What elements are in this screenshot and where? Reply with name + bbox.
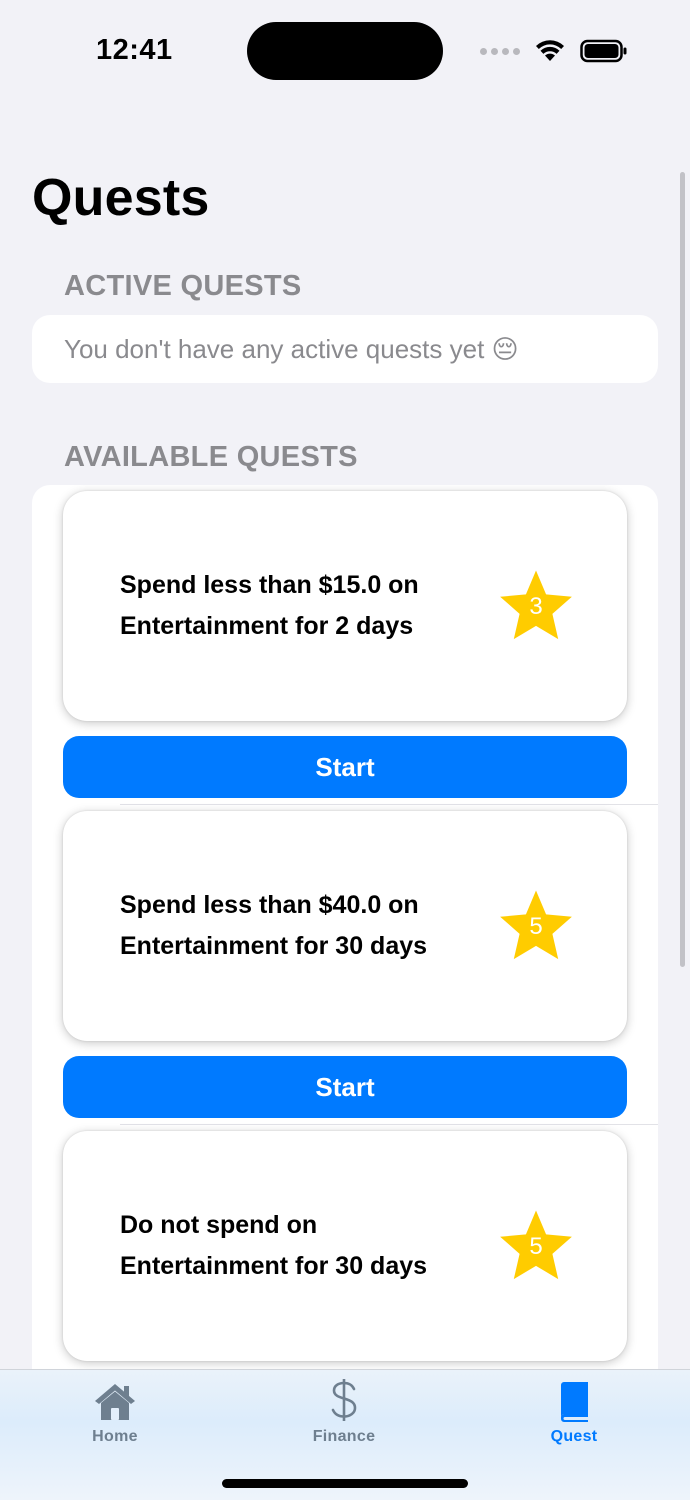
- active-quests-header: ACTIVE QUESTS: [64, 270, 302, 302]
- reward-star: 5: [495, 1205, 577, 1287]
- row-divider: [120, 1124, 658, 1125]
- cellular-signal-icon: [480, 47, 520, 55]
- quest-card: Spend less than $15.0 on Entertainment f…: [63, 491, 627, 721]
- house-icon: [95, 1384, 135, 1420]
- wifi-icon: [536, 40, 564, 61]
- quest-card: Do not spend on Entertainment for 30 day…: [63, 1131, 627, 1361]
- dollar-icon: [331, 1379, 357, 1421]
- battery-icon: [580, 39, 627, 63]
- tab-home[interactable]: Home: [35, 1370, 195, 1460]
- tab-finance[interactable]: Finance: [264, 1370, 424, 1460]
- reward-star: 5: [495, 885, 577, 967]
- reward-points: 5: [529, 913, 543, 940]
- tab-label: Quest: [550, 1428, 598, 1445]
- tab-label: Home: [92, 1428, 138, 1445]
- dynamic-island: [247, 22, 443, 80]
- row-divider: [120, 804, 658, 805]
- available-quests-list: Spend less than $15.0 on Entertainment f…: [32, 485, 658, 1385]
- available-quests-header: AVAILABLE QUESTS: [64, 441, 358, 473]
- tab-label: Finance: [312, 1428, 376, 1445]
- reward-points: 5: [529, 1233, 543, 1260]
- page-title: Quests: [32, 169, 210, 227]
- quest-description: Do not spend on Entertainment for 30 day…: [120, 1211, 428, 1280]
- tab-quest[interactable]: Quest: [494, 1370, 654, 1460]
- home-indicator[interactable]: [222, 1479, 468, 1488]
- quest-description: Spend less than $40.0 on Entertainment f…: [120, 891, 428, 960]
- book-icon: [561, 1382, 588, 1422]
- status-time: 12:41: [96, 34, 173, 66]
- quest-card: Spend less than $40.0 on Entertainment f…: [63, 811, 627, 1041]
- start-quest-button[interactable]: Start: [63, 1056, 627, 1118]
- quests-screen: 12:41 Quests ACTIVE QUESTS You don't hav…: [0, 0, 690, 1500]
- reward-points: 3: [529, 593, 543, 620]
- quest-description: Spend less than $15.0 on Entertainment f…: [120, 571, 419, 640]
- active-quests-empty-message: You don't have any active quests yet 😔: [64, 333, 519, 364]
- status-icons: [480, 36, 628, 66]
- start-quest-button[interactable]: Start: [63, 736, 627, 798]
- scroll-indicator[interactable]: [680, 172, 685, 967]
- active-quests-empty-card: You don't have any active quests yet 😔: [32, 315, 658, 383]
- reward-star: 3: [495, 565, 577, 647]
